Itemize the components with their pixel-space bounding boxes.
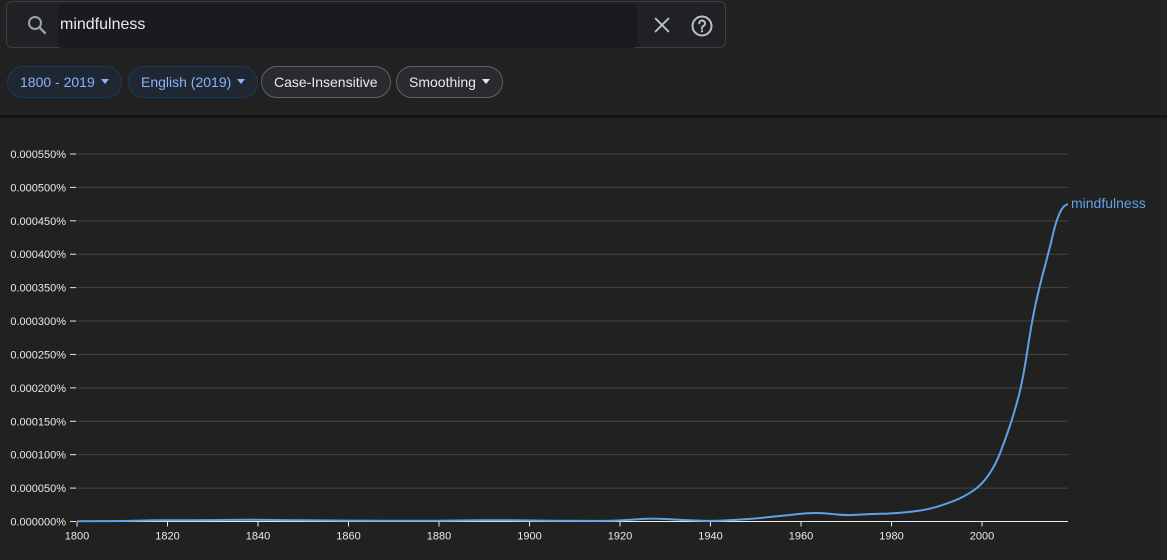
search-input[interactable] <box>58 4 637 48</box>
case-insensitive-label: Case-Insensitive <box>274 74 378 90</box>
smoothing-label: Smoothing <box>409 74 476 90</box>
x-tick-label: 2000 <box>970 531 994 543</box>
caret-down-icon <box>100 78 109 84</box>
y-tick-label: 0.000000% <box>10 517 66 529</box>
y-tick-label: 0.000500% <box>10 182 66 194</box>
y-tick-label: 0.000250% <box>10 349 66 361</box>
ngram-chart: 0.000000% 0.000050% 0.000100% 0.000150% 0.00… <box>10 149 1146 543</box>
caret-down-icon <box>481 78 490 84</box>
x-tick-label: 1940 <box>698 531 722 543</box>
y-tick-label: 0.000550% <box>10 149 66 161</box>
close-icon[interactable] <box>651 14 673 36</box>
corpus-dropdown[interactable]: English (2019) <box>128 66 259 98</box>
x-tick-label: 1840 <box>246 531 270 543</box>
y-tick-label: 0.000150% <box>10 416 66 428</box>
y-tick-label: 0.000400% <box>10 249 66 261</box>
case-insensitive-toggle[interactable]: Case-Insensitive <box>261 66 391 98</box>
y-tick-label: 0.000100% <box>10 450 66 462</box>
corpus-label: English (2019) <box>141 74 232 90</box>
smoothing-dropdown[interactable]: Smoothing <box>396 66 503 98</box>
x-tick-label: 1960 <box>789 531 813 543</box>
x-tick-label: 1980 <box>879 531 903 543</box>
x-tick-label: 1880 <box>427 531 451 543</box>
x-tick-label: 1820 <box>155 531 179 543</box>
search-icon[interactable] <box>25 13 49 37</box>
series-label-mindfulness[interactable]: mindfulness <box>1071 195 1146 211</box>
x-tick-label: 1920 <box>608 531 632 543</box>
y-tick-label: 0.000300% <box>10 316 66 328</box>
y-tick-label: 0.000350% <box>10 283 66 295</box>
year-range-label: 1800 - 2019 <box>20 74 95 90</box>
search-bar <box>6 1 726 48</box>
x-tick-label: 1900 <box>517 531 541 543</box>
year-range-dropdown[interactable]: 1800 - 2019 <box>7 66 122 98</box>
caret-down-icon <box>237 78 246 84</box>
x-tick-label: 1860 <box>336 531 360 543</box>
series-line-mindfulness[interactable] <box>76 203 1069 523</box>
y-tick-label: 0.000200% <box>10 383 66 395</box>
help-icon[interactable] <box>690 14 714 38</box>
y-tick-label: 0.000050% <box>10 483 66 495</box>
x-tick-label: 1800 <box>65 531 89 543</box>
y-tick-label: 0.000450% <box>10 216 66 228</box>
